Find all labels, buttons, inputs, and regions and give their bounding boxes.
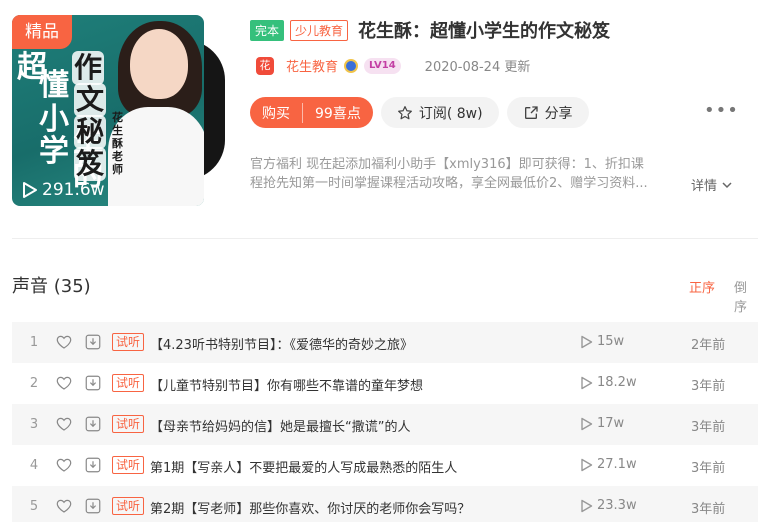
subscribe-label: 订阅( 8w) bbox=[418, 105, 483, 122]
track-play-count-value: 15w bbox=[597, 334, 625, 349]
download-icon[interactable] bbox=[84, 374, 102, 392]
album-title-row: 完本 少儿教育 花生酥：超懂小学生的作文秘笈 bbox=[250, 17, 610, 43]
track-row[interactable]: 2 试听 【儿童节特别节目】你有哪些不靠谱的童年梦想 18.2w 3年前 bbox=[12, 363, 758, 404]
download-icon[interactable] bbox=[84, 333, 102, 351]
download-icon[interactable] bbox=[84, 497, 102, 515]
track-row[interactable]: 1 试听 【4.23听书特别节目】：《爱德华的奇妙之旅》 15w 2年前 bbox=[12, 322, 758, 363]
track-play-count-value: 23.3w bbox=[597, 498, 637, 513]
author-row: 花 花生教育 LV14 2020-08-24 更新 bbox=[256, 56, 530, 75]
track-row[interactable]: 4 试听 第1期【写亲人】不要把最爱的人写成最熟悉的陌生人 27.1w 3年前 bbox=[12, 445, 758, 486]
category-tag[interactable]: 少儿教育 bbox=[290, 19, 349, 41]
track-title[interactable]: 【儿童节特别节目】你有哪些不靠谱的童年梦想 bbox=[150, 375, 423, 394]
level-badge: LV14 bbox=[364, 57, 401, 74]
trial-badge: 试听 bbox=[112, 456, 145, 474]
trial-badge: 试听 bbox=[112, 497, 145, 515]
track-row[interactable]: 3 试听 【母亲节给妈妈的信】她是最擅长“撒谎”的人 17w 3年前 bbox=[12, 404, 758, 445]
author-name[interactable]: 花生教育 bbox=[286, 56, 338, 75]
update-date: 2020-08-24 更新 bbox=[424, 60, 531, 75]
cover-title-char: 学 bbox=[39, 134, 69, 169]
detail-label: 详情 bbox=[691, 179, 718, 194]
cover-play-count: 291.6w bbox=[22, 180, 105, 200]
track-play-count: 27.1w bbox=[580, 457, 637, 472]
album-description: 官方福利 现在起添加福利小助手【xmly316】即可获得：1、折扣课 程抢先知第… bbox=[250, 155, 670, 193]
detail-toggle[interactable]: 详情 bbox=[691, 175, 733, 194]
play-icon bbox=[581, 499, 593, 512]
tracks-section-title: 声音 (35) bbox=[12, 276, 91, 297]
buy-label: 购买 bbox=[250, 102, 303, 123]
track-index: 2 bbox=[29, 376, 39, 391]
cover-title-char: 小 bbox=[39, 102, 69, 137]
play-icon bbox=[581, 376, 593, 389]
heart-icon[interactable] bbox=[55, 333, 73, 351]
track-index: 4 bbox=[29, 458, 39, 473]
buy-button[interactable]: 购买 99喜点 bbox=[250, 97, 373, 128]
trial-badge: 试听 bbox=[112, 415, 145, 433]
cover-title-char: 秘 bbox=[74, 115, 106, 149]
trial-badge: 试听 bbox=[112, 333, 145, 351]
track-date: 3年前 bbox=[691, 379, 726, 394]
heart-icon[interactable] bbox=[55, 374, 73, 392]
verified-icon bbox=[344, 58, 359, 73]
track-play-count: 18.2w bbox=[580, 375, 637, 390]
track-date: 3年前 bbox=[691, 461, 726, 476]
buy-price: 99喜点 bbox=[315, 105, 361, 122]
sort-ascending-button[interactable]: 正序 bbox=[689, 277, 715, 296]
track-index: 1 bbox=[29, 335, 39, 350]
heart-icon[interactable] bbox=[55, 415, 73, 433]
track-index: 3 bbox=[29, 417, 39, 432]
cover-title-char: 笈 bbox=[74, 147, 106, 181]
author-avatar[interactable]: 花 bbox=[256, 56, 274, 75]
action-bar: 购买 99喜点 订阅( 8w) 分享 bbox=[250, 97, 589, 128]
track-play-count-value: 17w bbox=[597, 416, 625, 431]
track-list: 1 试听 【4.23听书特别节目】：《爱德华的奇妙之旅》 15w 2年前 2 试… bbox=[12, 322, 758, 522]
cover-title-char: 文 bbox=[74, 83, 106, 117]
track-play-count: 15w bbox=[580, 334, 624, 349]
cover-title-char: 懂 bbox=[39, 68, 69, 103]
track-date: 3年前 bbox=[691, 420, 726, 435]
section-divider bbox=[12, 238, 758, 239]
heart-icon[interactable] bbox=[55, 497, 73, 515]
track-date: 3年前 bbox=[691, 502, 726, 517]
track-date: 2年前 bbox=[691, 338, 726, 353]
share-label: 分享 bbox=[544, 105, 573, 122]
album-title: 花生酥：超懂小学生的作文秘笈 bbox=[358, 21, 611, 42]
share-icon bbox=[524, 105, 538, 119]
download-icon[interactable] bbox=[84, 415, 102, 433]
cover-portrait-face bbox=[130, 29, 188, 99]
track-play-count-value: 27.1w bbox=[597, 457, 637, 472]
more-options-icon[interactable]: ••• bbox=[704, 100, 739, 121]
subscribe-button[interactable]: 订阅( 8w) bbox=[380, 97, 499, 128]
cover-title-char: 作 bbox=[72, 51, 104, 85]
play-icon bbox=[581, 417, 593, 430]
star-icon bbox=[397, 105, 412, 119]
description-line: 程抢先知第一时间掌握课程活动攻略，享全网最低价2、赠学习资料... bbox=[250, 176, 648, 191]
chevron-down-icon bbox=[722, 181, 732, 188]
description-line: 官方福利 现在起添加福利小助手【xmly316】即可获得：1、折扣课 bbox=[250, 157, 644, 172]
track-title[interactable]: 第1期【写亲人】不要把最爱的人写成最熟悉的陌生人 bbox=[150, 457, 457, 476]
cover-teacher-name: 花生酥老师 bbox=[112, 111, 123, 176]
track-row[interactable]: 5 试听 第2期【写老师】那些你喜欢、你讨厌的老师你会写吗？ 23.3w 3年前 bbox=[12, 486, 758, 522]
track-play-count-value: 18.2w bbox=[597, 375, 637, 390]
album-cover[interactable]: 超 懂 小 学 生 的 作 文 秘 笈 花生酥老师 精品 291.6w bbox=[12, 15, 204, 206]
trial-badge: 试听 bbox=[112, 374, 145, 392]
track-play-count: 17w bbox=[580, 416, 624, 431]
heart-icon[interactable] bbox=[55, 456, 73, 474]
play-icon bbox=[581, 335, 593, 348]
share-button[interactable]: 分享 bbox=[506, 97, 589, 128]
play-icon bbox=[23, 182, 37, 198]
track-title[interactable]: 第2期【写老师】那些你喜欢、你讨厌的老师你会写吗？ bbox=[150, 498, 470, 517]
play-icon bbox=[581, 458, 593, 471]
sort-descending-button[interactable]: 倒序 bbox=[734, 277, 758, 315]
premium-badge: 精品 bbox=[12, 15, 72, 49]
track-index: 5 bbox=[29, 499, 39, 514]
cover-play-count-value: 291.6w bbox=[42, 180, 105, 200]
track-play-count: 23.3w bbox=[580, 498, 637, 513]
track-title[interactable]: 【母亲节给妈妈的信】她是最擅长“撒谎”的人 bbox=[150, 416, 410, 435]
track-title[interactable]: 【4.23听书特别节目】：《爱德华的奇妙之旅》 bbox=[150, 334, 413, 353]
download-icon[interactable] bbox=[84, 456, 102, 474]
finished-tag: 完本 bbox=[250, 19, 285, 41]
